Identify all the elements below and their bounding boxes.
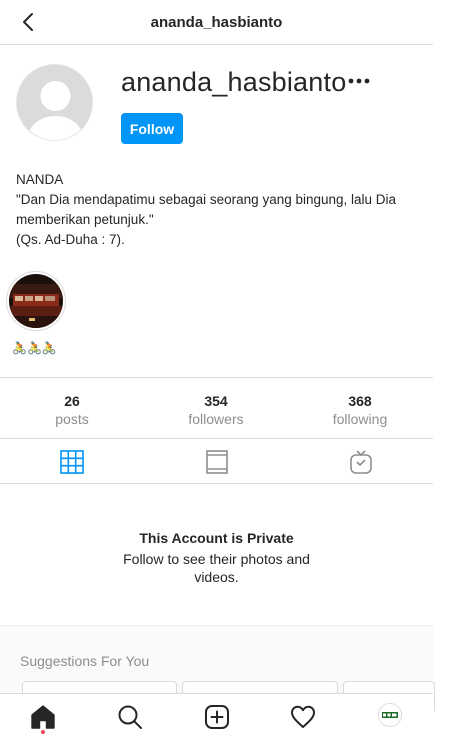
bio-text-reference: (Qs. Ad-Duha : 7).: [16, 232, 125, 247]
highlight-label: 🚴🚴🚴: [12, 341, 57, 355]
bio-name: NANDA: [16, 172, 64, 187]
private-account-notice: This Account is Private Follow to see th…: [100, 528, 333, 586]
more-options-button[interactable]: [345, 70, 373, 92]
stat-label: followers: [188, 411, 244, 427]
stat-posts[interactable]: 26 posts: [12, 392, 132, 428]
private-subtitle: Follow to see their photos and videos.: [123, 551, 310, 585]
profile-avatar-icon: [379, 704, 401, 726]
new-post-icon: [205, 705, 229, 729]
profile-stats: 26 posts 354 followers 368 following: [0, 377, 433, 439]
stat-value: 368: [348, 393, 372, 409]
nav-profile-avatar[interactable]: [378, 703, 402, 727]
nav-search[interactable]: [117, 704, 143, 730]
highlight-cover-image: [9, 274, 63, 328]
stat-followers[interactable]: 354 followers: [156, 392, 276, 428]
stat-value: 354: [204, 393, 228, 409]
story-highlight[interactable]: [6, 271, 66, 331]
search-icon: [118, 705, 142, 729]
nav-new-post[interactable]: [204, 704, 230, 730]
profile-avatar[interactable]: [16, 64, 93, 141]
profile-username: ananda_hasbianto: [121, 67, 347, 97]
private-title: This Account is Private: [139, 530, 294, 546]
stat-following[interactable]: 368 following: [300, 392, 420, 428]
top-bar: ananda_hasbianto: [0, 0, 433, 45]
tab-igtv[interactable]: [348, 449, 374, 475]
more-horizontal-icon: [348, 78, 370, 84]
app: ananda_hasbianto ananda_hasbianto Follow…: [0, 0, 435, 738]
default-avatar-icon: [17, 65, 92, 140]
profile-tabs: [0, 439, 433, 484]
follow-button[interactable]: Follow: [121, 113, 183, 144]
bio-text: "Dan Dia mendapatimu sebagai seorang yan…: [16, 192, 397, 227]
stat-label: posts: [55, 411, 89, 427]
stat-value: 26: [64, 393, 80, 409]
tab-feed[interactable]: [204, 449, 230, 475]
home-icon: [31, 705, 55, 729]
page-title: ananda_hasbianto: [150, 14, 283, 31]
highlight-cover: [9, 274, 63, 328]
feed-icon: [206, 450, 228, 474]
nav-home[interactable]: [30, 704, 56, 730]
suggestions-title: Suggestions For You: [20, 653, 150, 669]
bottom-nav: [0, 693, 433, 738]
igtv-icon: [350, 450, 372, 474]
grid-icon: [60, 450, 84, 474]
stat-label: following: [332, 411, 388, 427]
heart-icon: [291, 705, 315, 728]
notification-dot: [41, 730, 45, 734]
profile-bio: NANDA "Dan Dia mendapatimu sebagai seora…: [16, 170, 421, 250]
tab-grid[interactable]: [59, 449, 85, 475]
nav-activity[interactable]: [290, 704, 316, 730]
